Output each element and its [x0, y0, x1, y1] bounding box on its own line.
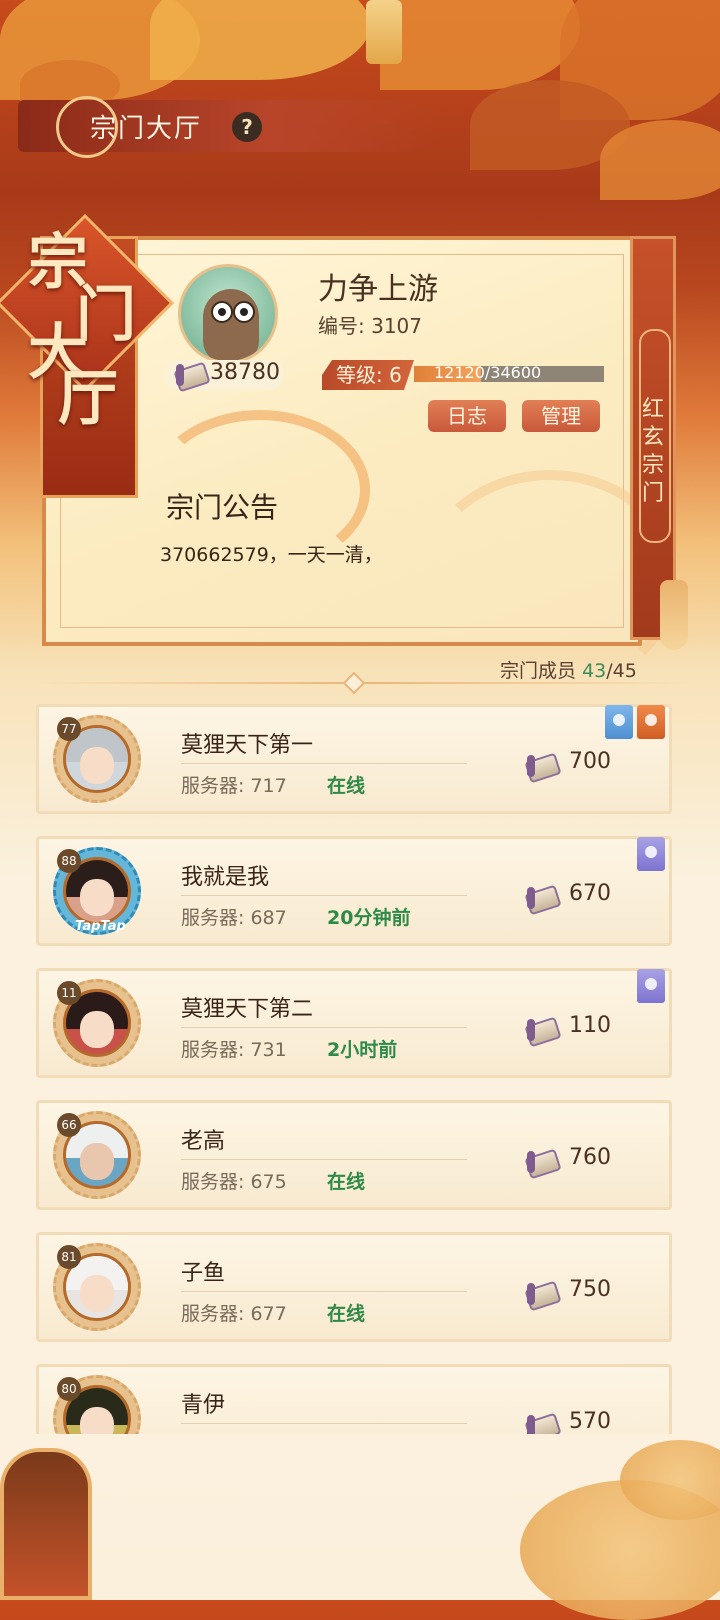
member-name: 子鱼 [181, 1261, 226, 1286]
sect-contribution-total: 38780 [210, 360, 280, 385]
help-button[interactable]: ? [232, 112, 262, 142]
members-label: 宗门成员 [500, 660, 577, 682]
owl-eye [211, 301, 233, 323]
member-name: 老高 [181, 1129, 226, 1154]
member-server: 服务器: 675 [181, 1171, 287, 1193]
member-name: 莫狸天下第二 [181, 997, 314, 1022]
member-name: 莫狸天下第一 [181, 733, 314, 758]
owl-eye [233, 301, 255, 323]
plaque-char: 玄 [641, 425, 664, 450]
divider-ornament [342, 671, 366, 695]
role-badge-icon [637, 969, 665, 1003]
log-button[interactable]: 日志 [428, 400, 506, 432]
plaque-char: 宗 [641, 453, 664, 478]
members-online-count: 43 [582, 660, 607, 682]
member-status: 在线 [327, 1171, 366, 1193]
member-contribution: 110 [569, 1013, 611, 1038]
member-contribution: 760 [569, 1145, 611, 1170]
plaque-char: 红 [641, 397, 664, 422]
member-card[interactable]: 77 莫狸天下第一 服务器: 717 在线 700 [36, 704, 672, 814]
member-level: 66 [57, 1113, 81, 1137]
sect-exp-text: 12120/34600 [434, 363, 542, 382]
scroll-icon [524, 1148, 562, 1180]
scroll-icon [524, 1280, 562, 1312]
card-divider [181, 1291, 467, 1292]
member-server: 服务器: 687 [181, 907, 287, 929]
scroll-icon [524, 752, 562, 784]
sect-level-tag: 等级: 6 [322, 360, 414, 390]
member-status: 20分钟前 [327, 907, 411, 929]
card-divider [181, 1423, 467, 1424]
member-name: 我就是我 [181, 865, 270, 890]
scroll-icon [173, 361, 211, 393]
card-divider [181, 895, 467, 896]
sect-id: 编号: 3107 [318, 314, 422, 338]
owl-icon [203, 289, 259, 361]
sect-name: 力争上游 [318, 272, 438, 307]
member-name: 青伊 [181, 1393, 226, 1418]
member-contribution: 750 [569, 1277, 611, 1302]
page-title: 宗门大厅 [90, 114, 203, 144]
role-badge-icon [637, 837, 665, 871]
notice-title: 宗门公告 [166, 491, 279, 524]
member-level: 11 [57, 981, 81, 1005]
avatar-frame-label: TapTap [75, 919, 126, 934]
member-card[interactable]: 80 青伊 570 [36, 1364, 672, 1434]
member-level: 80 [57, 1377, 81, 1401]
member-contribution: 570 [569, 1409, 611, 1434]
member-level: 88 [57, 849, 81, 873]
card-divider [181, 1159, 467, 1160]
member-contribution: 700 [569, 749, 611, 774]
members-count: 宗门成员 43/45 [500, 656, 637, 683]
member-card[interactable]: 66 老高 服务器: 675 在线 760 [36, 1100, 672, 1210]
member-contribution: 670 [569, 881, 611, 906]
tassel-ornament [660, 580, 688, 650]
member-status: 在线 [327, 1303, 366, 1325]
member-level: 77 [57, 717, 81, 741]
card-divider [181, 1027, 467, 1028]
emblem-text: 宗 门 大 厅 [28, 232, 158, 430]
notice-text: 370662579，一天一清， [160, 544, 383, 566]
member-card[interactable]: 11 莫狸天下第二 服务器: 731 2小时前 110 [36, 968, 672, 1078]
sect-avatar[interactable] [178, 264, 278, 364]
rank-badge-icon [637, 705, 665, 739]
manage-button[interactable]: 管理 [522, 400, 600, 432]
scroll-icon [524, 1016, 562, 1048]
member-server: 服务器: 677 [181, 1303, 287, 1325]
card-divider [181, 763, 467, 764]
member-status: 在线 [327, 775, 366, 797]
member-server: 服务器: 717 [181, 775, 287, 797]
member-card[interactable]: 81 子鱼 服务器: 677 在线 750 [36, 1232, 672, 1342]
member-card[interactable]: 88 TapTap 我就是我 服务器: 687 20分钟前 670 [36, 836, 672, 946]
scroll-icon [524, 884, 562, 916]
member-status: 2小时前 [327, 1039, 398, 1061]
scroll-icon [524, 1412, 562, 1434]
member-list[interactable]: 77 莫狸天下第一 服务器: 717 在线 700 88 TapTap 我就是我… [36, 704, 672, 1434]
lantern-icon[interactable] [0, 1448, 92, 1600]
member-level: 81 [57, 1245, 81, 1269]
member-server: 服务器: 731 [181, 1039, 287, 1061]
role-badge-icon [605, 705, 633, 739]
plaque-char: 门 [641, 481, 664, 506]
plaque-text: 红 玄 宗 门 [640, 396, 666, 508]
members-capacity: /45 [606, 660, 637, 682]
